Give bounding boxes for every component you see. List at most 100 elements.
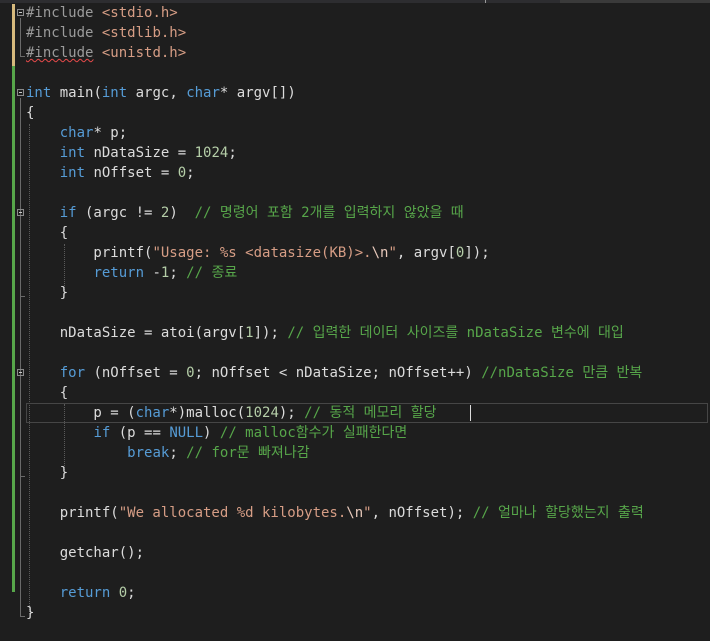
code-token: main( [51,85,102,101]
code-token: 1024 [194,145,229,161]
code-token: for [59,365,86,381]
code-line[interactable] [26,303,644,323]
code-token: char [59,125,94,141]
code-token: // 종료 [186,265,238,281]
code-token: NULL [169,425,204,441]
code-line[interactable]: #include <stdlib.h> [26,23,644,43]
code-line[interactable] [26,523,644,543]
code-token: ; nOffset < nDataSize; nOffset++) [194,365,482,381]
collapse-icon[interactable] [17,209,24,216]
code-token: 0 [118,585,128,601]
code-line[interactable]: nDataSize = atoi(argv[1]); // 입력한 데이터 사이… [26,323,644,343]
code-token: // 동적 메모리 할당 [304,405,437,421]
code-token: * argv[]) [219,85,296,101]
code-line[interactable]: #include <stdio.h> [26,3,644,23]
code-line[interactable]: } [26,283,644,303]
code-token: <stdlib.h> [101,25,187,41]
code-token: ; [169,265,187,281]
code-token: ; [186,165,195,181]
code-line[interactable] [26,343,644,363]
code-line[interactable]: { [26,383,644,403]
if-fold-line [20,218,21,296]
code-line[interactable]: int main(int argc, char* argv[]) [26,83,644,103]
code-line[interactable]: char* p; [26,123,644,143]
code-token: p = ( [26,405,136,421]
code-token: " [388,245,397,261]
code-token: #include [26,5,94,21]
code-token: (p == [110,425,170,441]
code-token: ]); [464,245,490,261]
code-token: // malloc함수가 실패한다면 [219,425,408,441]
code-token: 0 [177,165,187,181]
code-token: (nOffset = [85,365,187,381]
code-token: ; [169,445,187,461]
code-line[interactable]: if (argc != 2) // 명령어 포함 2개를 입력하지 않았을 때 [26,203,644,223]
code-token: // 명령어 포함 2개를 입력하지 않았을 때 [194,205,464,221]
code-line[interactable] [26,183,644,203]
code-line[interactable]: int nDataSize = 1024; [26,143,644,163]
code-token: 1 [245,325,254,341]
code-token: if [59,205,77,221]
code-token: char [135,405,170,421]
code-line[interactable]: } [26,463,644,483]
code-token: "Usage: %s <datasize(KB)>. [152,245,372,261]
code-token: 0 [186,365,195,381]
code-line[interactable]: p = (char*)malloc(1024); // 동적 메모리 할당 [26,403,644,423]
code-token: if [93,425,111,441]
include-fold-line [20,18,21,56]
code-token: int [101,85,128,101]
code-line[interactable]: return -1; // 종료 [26,263,644,283]
collapse-icon[interactable] [17,369,24,376]
code-token: ); [278,405,305,421]
text-caret [470,405,471,421]
code-editor[interactable]: #include <stdio.h> #include <stdlib.h> #in… [0,0,710,641]
code-token: <unistd.h> [101,45,187,61]
code-token: int [59,145,86,161]
code-token: "We allocated %d kilobytes. [118,505,347,521]
code-line[interactable]: if (p == NULL) // malloc함수가 실패한다면 [26,423,644,443]
code-token: } [26,285,69,301]
code-line[interactable]: printf("We allocated %d kilobytes.\n", n… [26,503,644,523]
code-line[interactable] [26,63,644,83]
code-line[interactable]: getchar(); [26,543,644,563]
for-fold-line [20,378,21,476]
code-line[interactable]: { [26,103,644,123]
code-token: int [59,165,86,181]
code-line[interactable]: int nOffset = 0; [26,163,644,183]
code-line[interactable]: break; // for문 빠져나감 [26,443,644,463]
code-line[interactable] [26,483,644,503]
code-token: ]); [253,325,288,341]
code-line[interactable]: { [26,223,644,243]
code-line[interactable]: return 0; [26,583,644,603]
code-line[interactable]: printf("Usage: %s <datasize(KB)>.\n", ar… [26,243,644,263]
code-token: \n [371,245,389,261]
code-token: //nDataSize 만큼 반복 [481,365,643,381]
code-token: return [59,585,111,601]
code-line[interactable] [26,563,644,583]
code-token: * p; [93,125,128,141]
code-token: } [26,605,35,621]
code-token: // 얼마나 할당했는지 출력 [472,505,644,521]
code-token: ; [228,145,237,161]
code-token: ; [127,585,136,601]
main-fold-line [20,98,21,616]
code-token: <stdio.h> [101,5,178,21]
change-tracking-bar [12,4,15,592]
code-token: \n [346,505,364,521]
collapse-icon[interactable] [17,9,24,16]
code-lines[interactable]: #include <stdio.h> #include <stdlib.h> #in… [26,3,644,623]
code-line[interactable]: for (nOffset = 0; nOffset < nDataSize; n… [26,363,644,383]
code-token: int [26,85,52,101]
code-line[interactable]: #include <unistd.h> [26,43,644,63]
collapse-icon[interactable] [17,89,24,96]
code-token: break [127,445,170,461]
code-token: printf( [26,505,119,521]
code-line[interactable]: } [26,603,644,623]
